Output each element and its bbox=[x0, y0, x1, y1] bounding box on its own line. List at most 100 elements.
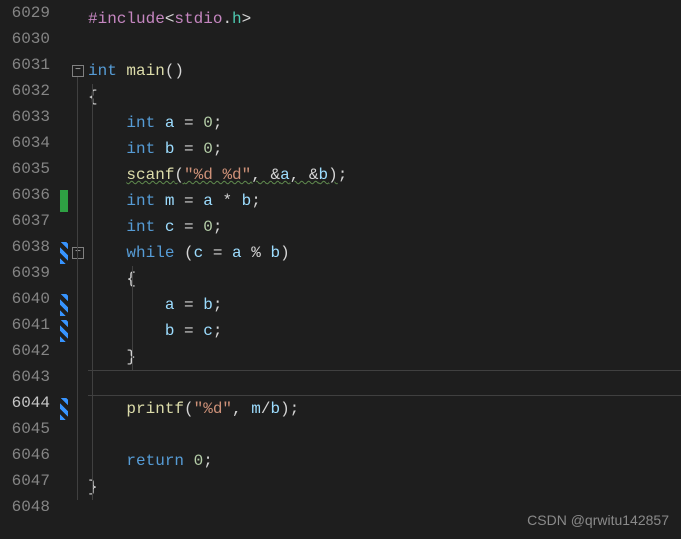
change-marks-column bbox=[60, 0, 72, 539]
token: int bbox=[88, 62, 117, 80]
token: , & bbox=[290, 166, 319, 184]
token: c bbox=[165, 218, 175, 236]
token bbox=[184, 452, 194, 470]
line-number: 6031 bbox=[4, 52, 50, 78]
token bbox=[155, 192, 165, 210]
token: () bbox=[165, 62, 184, 80]
token: a bbox=[203, 192, 213, 210]
token: ; bbox=[203, 452, 213, 470]
token: int bbox=[126, 114, 155, 132]
code-text: b = c; bbox=[88, 322, 222, 340]
token bbox=[155, 140, 165, 158]
code-line[interactable]: int a = 0; bbox=[88, 110, 681, 136]
token: ( bbox=[174, 244, 193, 262]
line-number: 6038 bbox=[4, 234, 50, 260]
token: = bbox=[203, 244, 232, 262]
token: ); bbox=[280, 400, 299, 418]
code-line[interactable]: int m = a * b; bbox=[88, 188, 681, 214]
token: ; bbox=[251, 192, 261, 210]
code-text: int a = 0; bbox=[88, 114, 222, 132]
token: b bbox=[165, 322, 175, 340]
indent-guide bbox=[92, 188, 93, 214]
fold-toggle[interactable]: − bbox=[72, 247, 84, 259]
indent-guide bbox=[92, 474, 93, 500]
code-line[interactable]: { bbox=[88, 266, 681, 292]
indent-guide bbox=[132, 344, 133, 370]
code-line[interactable] bbox=[88, 32, 681, 58]
change-mark bbox=[60, 294, 68, 316]
line-number: 6035 bbox=[4, 156, 50, 182]
code-line[interactable]: a = b; bbox=[88, 292, 681, 318]
token: ; bbox=[213, 140, 223, 158]
indent-guide bbox=[92, 240, 93, 266]
code-line[interactable]: } bbox=[88, 474, 681, 500]
code-text bbox=[88, 426, 126, 444]
code-text: scanf("%d %d", &a, &b); bbox=[88, 166, 347, 184]
line-number: 6048 bbox=[4, 494, 50, 520]
code-line[interactable]: while (c = a % b) bbox=[88, 240, 681, 266]
code-area[interactable]: #include<stdio.h>int main(){ int a = 0; … bbox=[88, 0, 681, 539]
code-line[interactable] bbox=[88, 422, 681, 448]
line-number: 6042 bbox=[4, 338, 50, 364]
token: * bbox=[213, 192, 242, 210]
indent-guide bbox=[92, 344, 93, 370]
line-number: 6036 bbox=[4, 182, 50, 208]
token: = bbox=[174, 322, 203, 340]
indent-guide bbox=[92, 136, 93, 162]
code-line[interactable]: { bbox=[88, 84, 681, 110]
token: #include bbox=[88, 10, 165, 28]
token: 0 bbox=[203, 218, 213, 236]
token: while bbox=[126, 244, 174, 262]
token: "%d %d" bbox=[184, 166, 251, 184]
token: m bbox=[165, 192, 175, 210]
line-number: 6030 bbox=[4, 26, 50, 52]
code-text: return 0; bbox=[88, 452, 213, 470]
indent-guide bbox=[92, 292, 93, 318]
token: a bbox=[280, 166, 290, 184]
line-number: 6043 bbox=[4, 364, 50, 390]
token: ; bbox=[213, 218, 223, 236]
token: int bbox=[126, 192, 155, 210]
code-editor[interactable]: 6029603060316032603360346035603660376038… bbox=[0, 0, 681, 539]
code-line[interactable]: int main() bbox=[88, 58, 681, 84]
token: = bbox=[174, 218, 203, 236]
code-line[interactable]: printf("%d", m/b); bbox=[88, 396, 681, 422]
line-number: 6044 bbox=[4, 390, 50, 416]
code-line[interactable]: return 0; bbox=[88, 448, 681, 474]
line-number: 6034 bbox=[4, 130, 50, 156]
token: printf bbox=[126, 400, 184, 418]
token: b bbox=[203, 296, 213, 314]
code-line[interactable]: b = c; bbox=[88, 318, 681, 344]
line-number: 6041 bbox=[4, 312, 50, 338]
token: "%d" bbox=[194, 400, 232, 418]
token: b bbox=[318, 166, 328, 184]
line-number: 6033 bbox=[4, 104, 50, 130]
code-text: int b = 0; bbox=[88, 140, 222, 158]
code-line[interactable] bbox=[88, 370, 681, 396]
token: = bbox=[174, 296, 203, 314]
indent-guide bbox=[92, 448, 93, 474]
code-text: a = b; bbox=[88, 296, 222, 314]
watermark: CSDN @qrwitu142857 bbox=[527, 507, 669, 533]
indent-guide bbox=[132, 318, 133, 344]
token: ) bbox=[328, 166, 338, 184]
code-line[interactable]: int c = 0; bbox=[88, 214, 681, 240]
indent-guide bbox=[92, 214, 93, 240]
code-line[interactable]: scanf("%d %d", &a, &b); bbox=[88, 162, 681, 188]
token: int bbox=[126, 140, 155, 158]
token: b bbox=[270, 244, 280, 262]
token bbox=[117, 62, 127, 80]
code-line[interactable]: int b = 0; bbox=[88, 136, 681, 162]
fold-toggle[interactable]: − bbox=[72, 65, 84, 77]
token bbox=[155, 114, 165, 132]
token: main bbox=[126, 62, 164, 80]
token: % bbox=[242, 244, 271, 262]
code-line[interactable]: } bbox=[88, 344, 681, 370]
fold-column: −− bbox=[72, 0, 88, 539]
token: c bbox=[203, 322, 213, 340]
token: b bbox=[165, 140, 175, 158]
code-line[interactable]: #include<stdio.h> bbox=[88, 6, 681, 32]
token: ; bbox=[213, 296, 223, 314]
change-mark bbox=[60, 190, 68, 212]
token: int bbox=[126, 218, 155, 236]
